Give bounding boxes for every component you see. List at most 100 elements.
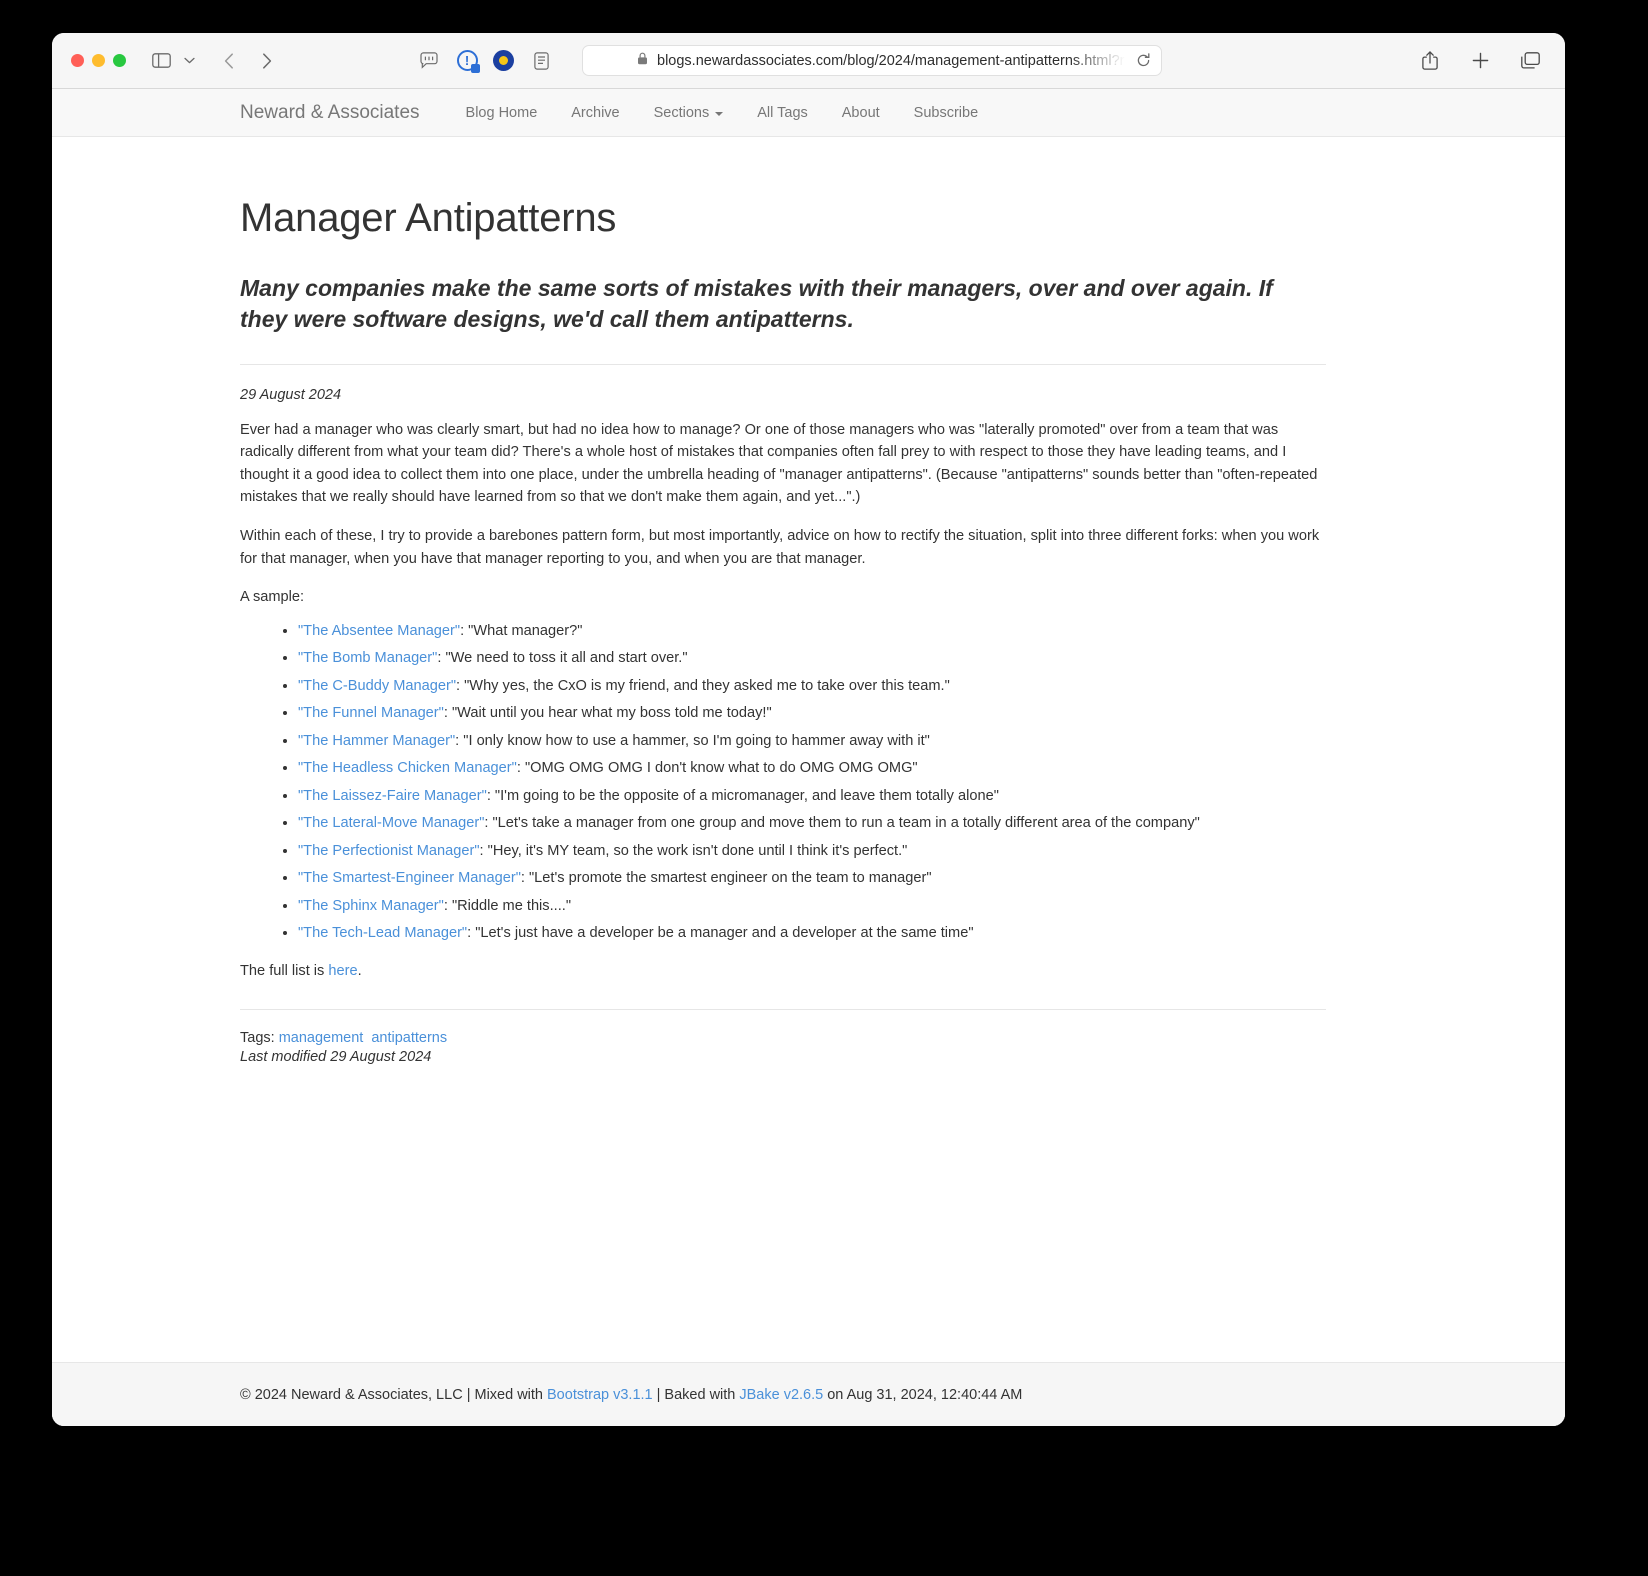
page-title: Manager Antipatterns [240,196,617,240]
tag-management[interactable]: management [279,1030,364,1046]
list-item: "The Bomb Manager": "We need to toss it … [298,648,1326,669]
antipattern-link[interactable]: "The Bomb Manager" [298,650,437,666]
antipattern-list: "The Absentee Manager": "What manager?" … [240,621,1326,945]
site-footer: © 2024 Neward & Associates, LLC | Mixed … [52,1362,1565,1426]
nav-sections[interactable]: Sections [637,105,741,121]
chevron-down-icon[interactable] [176,48,202,74]
antipattern-link[interactable]: "The Perfectionist Manager" [298,843,480,859]
nav-label: Blog Home [465,104,538,121]
post-date: 29 August 2024 [240,386,342,403]
antipattern-quote: : "Wait until you hear what my boss told… [443,705,772,722]
antipattern-quote: : "What manager?" [460,622,583,639]
nav-label: All Tags [757,104,808,121]
window-controls [71,54,126,67]
antipattern-quote: : "Riddle me this...." [443,897,571,914]
nav-label: Sections [653,104,710,121]
footer-text: © 2024 Neward & Associates, LLC | Mixed … [240,1363,1565,1426]
antipattern-quote: : "Hey, it's MY team, so the work isn't … [479,842,908,859]
navigation-arrows [216,48,280,74]
tab-overview-icon[interactable] [1517,48,1543,74]
full-list-suffix: . [357,963,362,980]
list-item: "The Headless Chicken Manager": "OMG OMG… [298,758,1326,779]
maximize-window-button[interactable] [113,54,126,67]
desktop-background: ! blogs.newardassociates.com/blog/2024/m… [0,0,1648,1576]
footer-suffix: on Aug 31, 2024, 12:40:44 AM [823,1387,1023,1403]
antipattern-quote: : "Let's just have a developer be a mana… [467,925,974,942]
tag-antipatterns[interactable]: antipatterns [371,1030,447,1046]
antipattern-link[interactable]: "The Headless Chicken Manager" [298,760,517,776]
footer-copyright: © 2024 Neward & Associates, LLC | Mixed … [240,1387,548,1403]
reader-view-icon[interactable] [528,48,554,74]
caret-down-icon [715,111,724,116]
site-navigation-bar: Neward & Associates Blog Home Archive Se… [52,89,1565,137]
tags-line: Tags: management antipatterns [240,1030,1326,1046]
back-arrow-icon[interactable] [216,48,242,74]
antipattern-link[interactable]: "The Sphinx Manager" [298,898,444,914]
nav-blog-home[interactable]: Blog Home [449,105,555,121]
lock-icon [471,63,480,73]
list-item: "The Sphinx Manager": "Riddle me this...… [298,896,1326,917]
list-item: "The Laissez-Faire Manager": "I'm going … [298,786,1326,807]
nav-about[interactable]: About [825,105,897,121]
antipattern-quote: : "Let's take a manager from one group a… [484,815,1200,832]
nav-archive[interactable]: Archive [554,105,636,121]
full-list-prefix: The full list is [240,963,329,980]
last-modified: Last modified 29 August 2024 [240,1048,432,1065]
footer-mid: | Baked with [652,1387,740,1403]
antipattern-link[interactable]: "The Laissez-Faire Manager" [298,788,487,804]
nav-label: Archive [571,104,620,121]
antipattern-link[interactable]: "The C-Buddy Manager" [298,678,456,694]
nav-subscribe[interactable]: Subscribe [897,105,995,121]
divider-bottom [240,1008,1326,1010]
address-bar[interactable]: blogs.newardassociates.com/blog/2024/man… [582,45,1162,76]
antipattern-quote: : "I'm going to be the opposite of a mic… [486,787,999,804]
browser-toolbar: ! blogs.newardassociates.com/blog/2024/m… [52,33,1565,89]
list-item: "The C-Buddy Manager": "Why yes, the CxO… [298,676,1326,697]
antipattern-quote: : "Why yes, the CxO is my friend, and th… [456,677,950,694]
safari-browser-window: ! blogs.newardassociates.com/blog/2024/m… [52,33,1565,1426]
antipattern-link[interactable]: "The Hammer Manager" [298,733,455,749]
post-lede: Many companies make the same sorts of mi… [240,275,1273,333]
antipattern-link[interactable]: "The Funnel Manager" [298,705,444,721]
antipattern-link[interactable]: "The Absentee Manager" [298,623,460,639]
list-item: "The Perfectionist Manager": "Hey, it's … [298,841,1326,862]
article-content: Manager Antipatterns Many companies make… [52,196,1565,1065]
sidebar-icon[interactable] [148,48,174,74]
full-list-paragraph: The full list is here. [240,960,1326,983]
nav-label: Subscribe [913,104,979,121]
bootstrap-link[interactable]: Bootstrap v3.1.1 [547,1387,653,1403]
new-tab-icon[interactable] [1467,48,1493,74]
site-brand[interactable]: Neward & Associates [240,102,420,124]
lock-icon [637,52,648,70]
nav-all-tags[interactable]: All Tags [740,105,825,121]
share-icon[interactable] [1417,48,1443,74]
antipattern-quote: : "We need to toss it all and start over… [437,650,688,667]
address-bar-url: blogs.newardassociates.com/blog/2024/man… [657,52,1125,69]
web-page-viewport: Neward & Associates Blog Home Archive Se… [52,89,1565,1426]
toolbar-right-actions [1417,48,1543,74]
nav-label: About [841,104,880,121]
list-item: "The Funnel Manager": "Wait until you he… [298,703,1326,724]
privacy-report-icon[interactable]: ! [456,50,480,73]
antipattern-link[interactable]: "The Lateral-Move Manager" [298,815,484,831]
translate-icon[interactable] [416,48,442,74]
reload-icon[interactable] [1133,51,1153,71]
divider-top [240,363,1326,365]
toolbar-extensions: ! [416,48,554,74]
forward-arrow-icon[interactable] [254,48,280,74]
antipattern-link[interactable]: "The Tech-Lead Manager" [298,925,467,941]
full-list-link[interactable]: here [328,963,357,979]
close-window-button[interactable] [71,54,84,67]
list-item: "The Hammer Manager": "I only know how t… [298,731,1326,752]
antipattern-link[interactable]: "The Smartest-Engineer Manager" [298,870,521,886]
list-item: "The Absentee Manager": "What manager?" [298,621,1326,642]
site-nav-links: Blog Home Archive Sections All Tags Abou… [449,105,996,121]
tags-label: Tags: [240,1029,275,1046]
jbake-link[interactable]: JBake v2.6.5 [739,1387,823,1403]
minimize-window-button[interactable] [92,54,105,67]
post-paragraph-3: A sample: [240,589,305,606]
extension-icon[interactable] [492,50,514,72]
antipattern-quote: : "I only know how to use a hammer, so I… [455,732,930,749]
list-item: "The Tech-Lead Manager": "Let's just hav… [298,923,1326,944]
list-item: "The Smartest-Engineer Manager": "Let's … [298,868,1326,889]
